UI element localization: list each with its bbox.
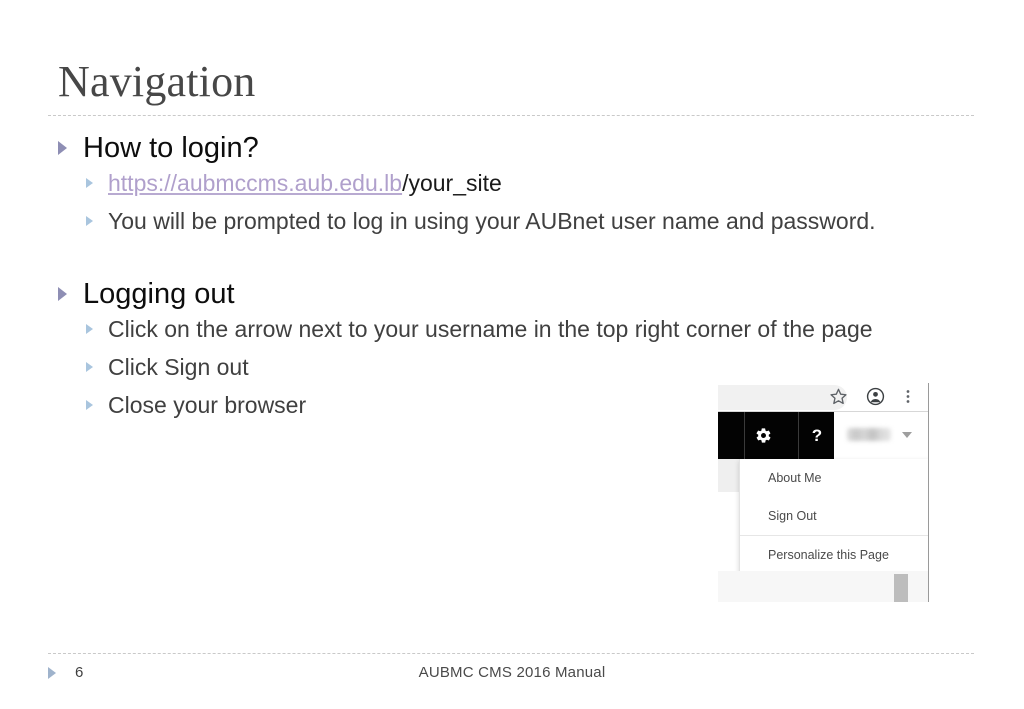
triangle-bullet-icon xyxy=(86,178,93,188)
bullet-level1-label: Logging out xyxy=(83,278,235,310)
bullet-level2-label: Close your browser xyxy=(108,392,307,418)
embedded-browser-screenshot: ? About Me Sign Out Personalize this Pag… xyxy=(718,383,929,602)
bullet-level2: Click Sign out xyxy=(0,352,1024,383)
triangle-bullet-icon xyxy=(58,287,67,301)
triangle-bullet-icon xyxy=(86,216,93,226)
scrollbar-thumb[interactable] xyxy=(894,574,908,602)
bullet-level1: How to login? xyxy=(0,130,1024,166)
help-label: ? xyxy=(811,426,823,445)
page-left-panel xyxy=(718,459,741,492)
bullet-level2: https://aubmccms.aub.edu.lb/your_site xyxy=(0,168,1024,199)
chevron-down-icon[interactable] xyxy=(902,432,912,438)
gear-icon[interactable] xyxy=(744,412,781,459)
username-redacted xyxy=(847,428,891,441)
bullet-level2-label: https://aubmccms.aub.edu.lb/your_site xyxy=(108,168,502,199)
title-divider xyxy=(48,115,974,116)
presentation-slide: Navigation How to login? https://aubmccm… xyxy=(0,0,1024,709)
login-url-link[interactable]: https://aubmccms.aub.edu.lb xyxy=(108,170,402,196)
footer-divider xyxy=(48,653,974,654)
star-icon[interactable] xyxy=(829,387,848,411)
menu-item-about-me[interactable]: About Me xyxy=(740,459,928,497)
login-url-suffix: /your_site xyxy=(402,170,502,196)
triangle-bullet-icon xyxy=(86,362,93,372)
site-app-bar: ? xyxy=(718,412,834,459)
triangle-bullet-icon xyxy=(86,324,93,334)
footer-text: AUBMC CMS 2016 Manual xyxy=(418,664,606,681)
bullet-level2-label: Click on the arrow next to your username… xyxy=(108,316,873,342)
bullet-level2-label: You will be prompted to log in using you… xyxy=(108,208,876,234)
menu-item-sign-out[interactable]: Sign Out xyxy=(740,497,928,535)
menu-item-personalize-this-page[interactable]: Personalize this Page xyxy=(740,536,928,574)
triangle-bullet-icon xyxy=(86,400,93,410)
kebab-menu-icon[interactable] xyxy=(899,387,917,411)
omnibox-tail xyxy=(718,385,847,410)
bullet-level2: Click on the arrow next to your username… xyxy=(0,314,1024,345)
bullet-level2: You will be prompted to log in using you… xyxy=(0,206,1024,237)
triangle-bullet-icon xyxy=(58,141,67,155)
bullet-level1: Logging out xyxy=(0,276,1024,312)
browser-toolbar xyxy=(718,383,928,412)
help-icon[interactable]: ? xyxy=(798,412,835,459)
avatar-icon[interactable] xyxy=(866,387,885,411)
bullet-level2-label: Click Sign out xyxy=(108,354,249,380)
page-title: Navigation xyxy=(58,57,256,106)
user-dropdown-menu: About Me Sign Out Personalize this Page xyxy=(739,459,928,575)
bullet-level1-label: How to login? xyxy=(83,132,259,164)
username-area[interactable] xyxy=(834,412,928,459)
